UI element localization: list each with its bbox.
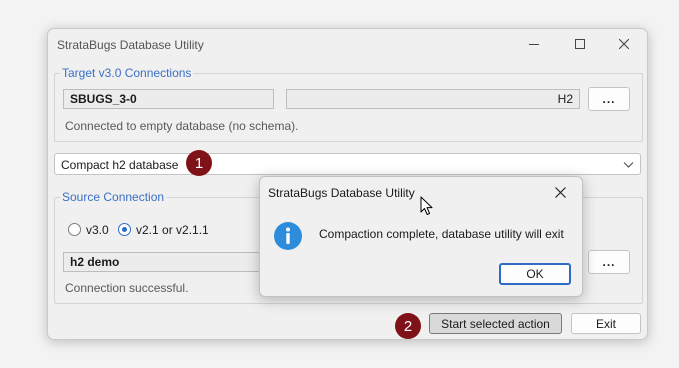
target-status-text: Connected to empty database (no schema). [65, 119, 299, 133]
ok-button[interactable]: OK [499, 263, 571, 285]
close-icon[interactable] [538, 177, 582, 207]
source-group-legend: Source Connection [62, 190, 165, 204]
close-icon[interactable] [601, 29, 647, 59]
minimize-icon[interactable] [511, 29, 557, 59]
target-connection-type-field: H2 [286, 89, 580, 109]
step-badge-1: 1 [186, 150, 212, 176]
radio-v21[interactable] [118, 223, 131, 236]
action-select[interactable]: Compact h2 database [54, 153, 641, 175]
radio-v30-label[interactable]: v3.0 [86, 223, 109, 237]
maximize-icon[interactable] [557, 29, 603, 59]
dialog-message: Compaction complete, database utility wi… [319, 227, 564, 241]
target-group-legend: Target v3.0 Connections [62, 66, 192, 80]
chevron-down-icon [623, 159, 634, 173]
mouse-cursor-icon [420, 196, 434, 219]
message-dialog: StrataBugs Database Utility Compaction c… [259, 176, 583, 297]
source-status-text: Connection successful. [65, 281, 189, 295]
title-bar[interactable]: StrataBugs Database Utility [48, 29, 647, 59]
source-browse-button[interactable]: ... [588, 250, 630, 274]
radio-v30[interactable] [68, 223, 81, 236]
target-connection-name-field: SBUGS_3-0 [63, 89, 274, 109]
step-badge-2: 2 [395, 313, 421, 339]
source-connection-name-field: h2 demo [63, 252, 274, 272]
window-title: StrataBugs Database Utility [57, 38, 204, 52]
dialog-title: StrataBugs Database Utility [268, 186, 415, 200]
exit-button[interactable]: Exit [571, 313, 641, 334]
action-select-value: Compact h2 database [61, 158, 179, 172]
target-browse-button[interactable]: ... [588, 87, 630, 111]
radio-v21-label[interactable]: v2.1 or v2.1.1 [136, 223, 209, 237]
info-icon [273, 221, 303, 254]
start-action-button[interactable]: Start selected action [429, 313, 562, 334]
